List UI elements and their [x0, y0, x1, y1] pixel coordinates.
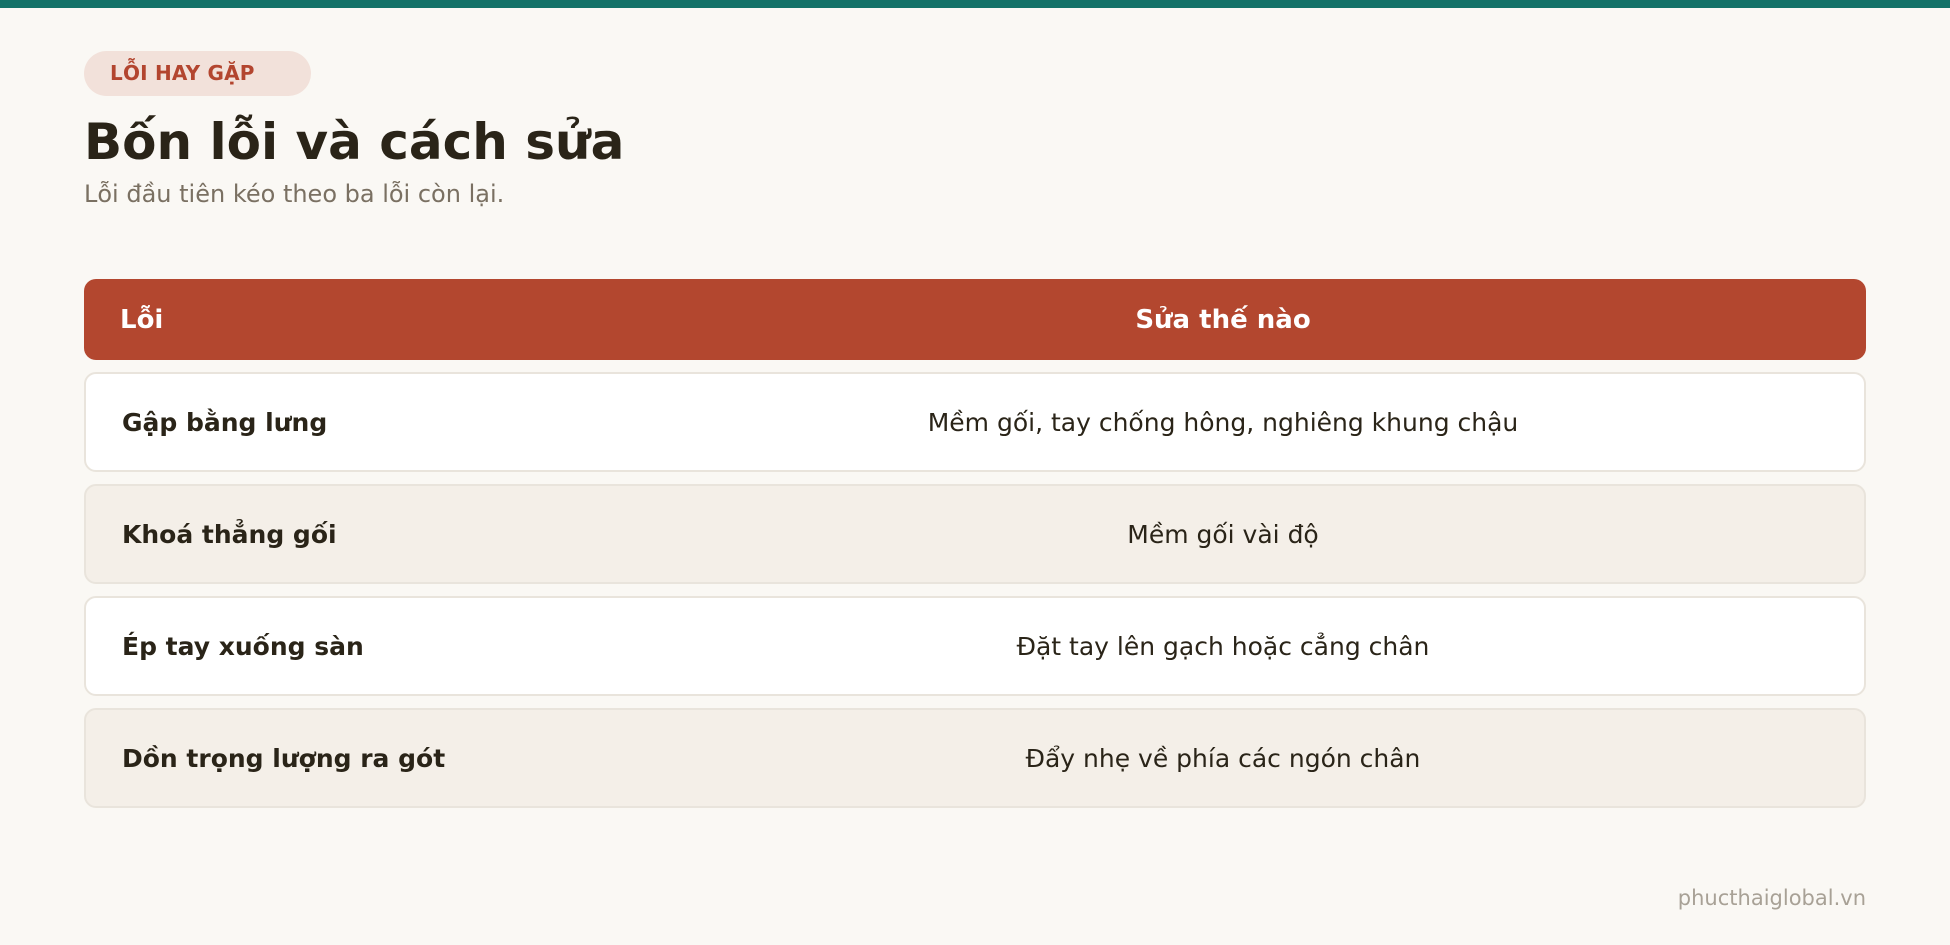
main-content: LỖI HAY GẶP Bốn lỗi và cách sửa Lỗi đầu …	[84, 51, 1866, 808]
table-row: Gập bằng lưng Mềm gối, tay chống hông, n…	[84, 372, 1866, 472]
table-row: Ép tay xuống sàn Đặt tay lên gạch hoặc c…	[84, 596, 1866, 696]
errors-table: Lỗi Sửa thế nào Gập bằng lưng Mềm gối, t…	[84, 279, 1866, 808]
fix-cell: Mềm gối, tay chống hông, nghiêng khung c…	[927, 407, 1519, 437]
error-cell: Gập bằng lưng	[122, 407, 328, 437]
page-title: Bốn lỗi và cách sửa	[84, 113, 625, 171]
header-fix: Sửa thế nào	[1135, 304, 1311, 335]
header-error: Lỗi	[120, 304, 164, 335]
section-badge: LỖI HAY GẶP	[84, 51, 311, 96]
fix-cell: Mềm gối vài độ	[1127, 519, 1319, 549]
page-subtitle: Lỗi đầu tiên kéo theo ba lỗi còn lại.	[84, 179, 505, 208]
error-cell: Ép tay xuống sàn	[122, 631, 364, 661]
table-row: Dồn trọng lượng ra gót Đẩy nhẹ về phía c…	[84, 708, 1866, 808]
top-accent-bar	[0, 0, 1950, 8]
table-row: Khoá thẳng gối Mềm gối vài độ	[84, 484, 1866, 584]
error-cell: Khoá thẳng gối	[122, 519, 337, 549]
table-header-row: Lỗi Sửa thế nào	[84, 279, 1866, 360]
footer-domain: phucthaiglobal.vn	[1677, 886, 1866, 910]
fix-cell: Đẩy nhẹ về phía các ngón chân	[1025, 743, 1421, 773]
error-cell: Dồn trọng lượng ra gót	[122, 743, 446, 773]
fix-cell: Đặt tay lên gạch hoặc cẳng chân	[1016, 631, 1430, 661]
